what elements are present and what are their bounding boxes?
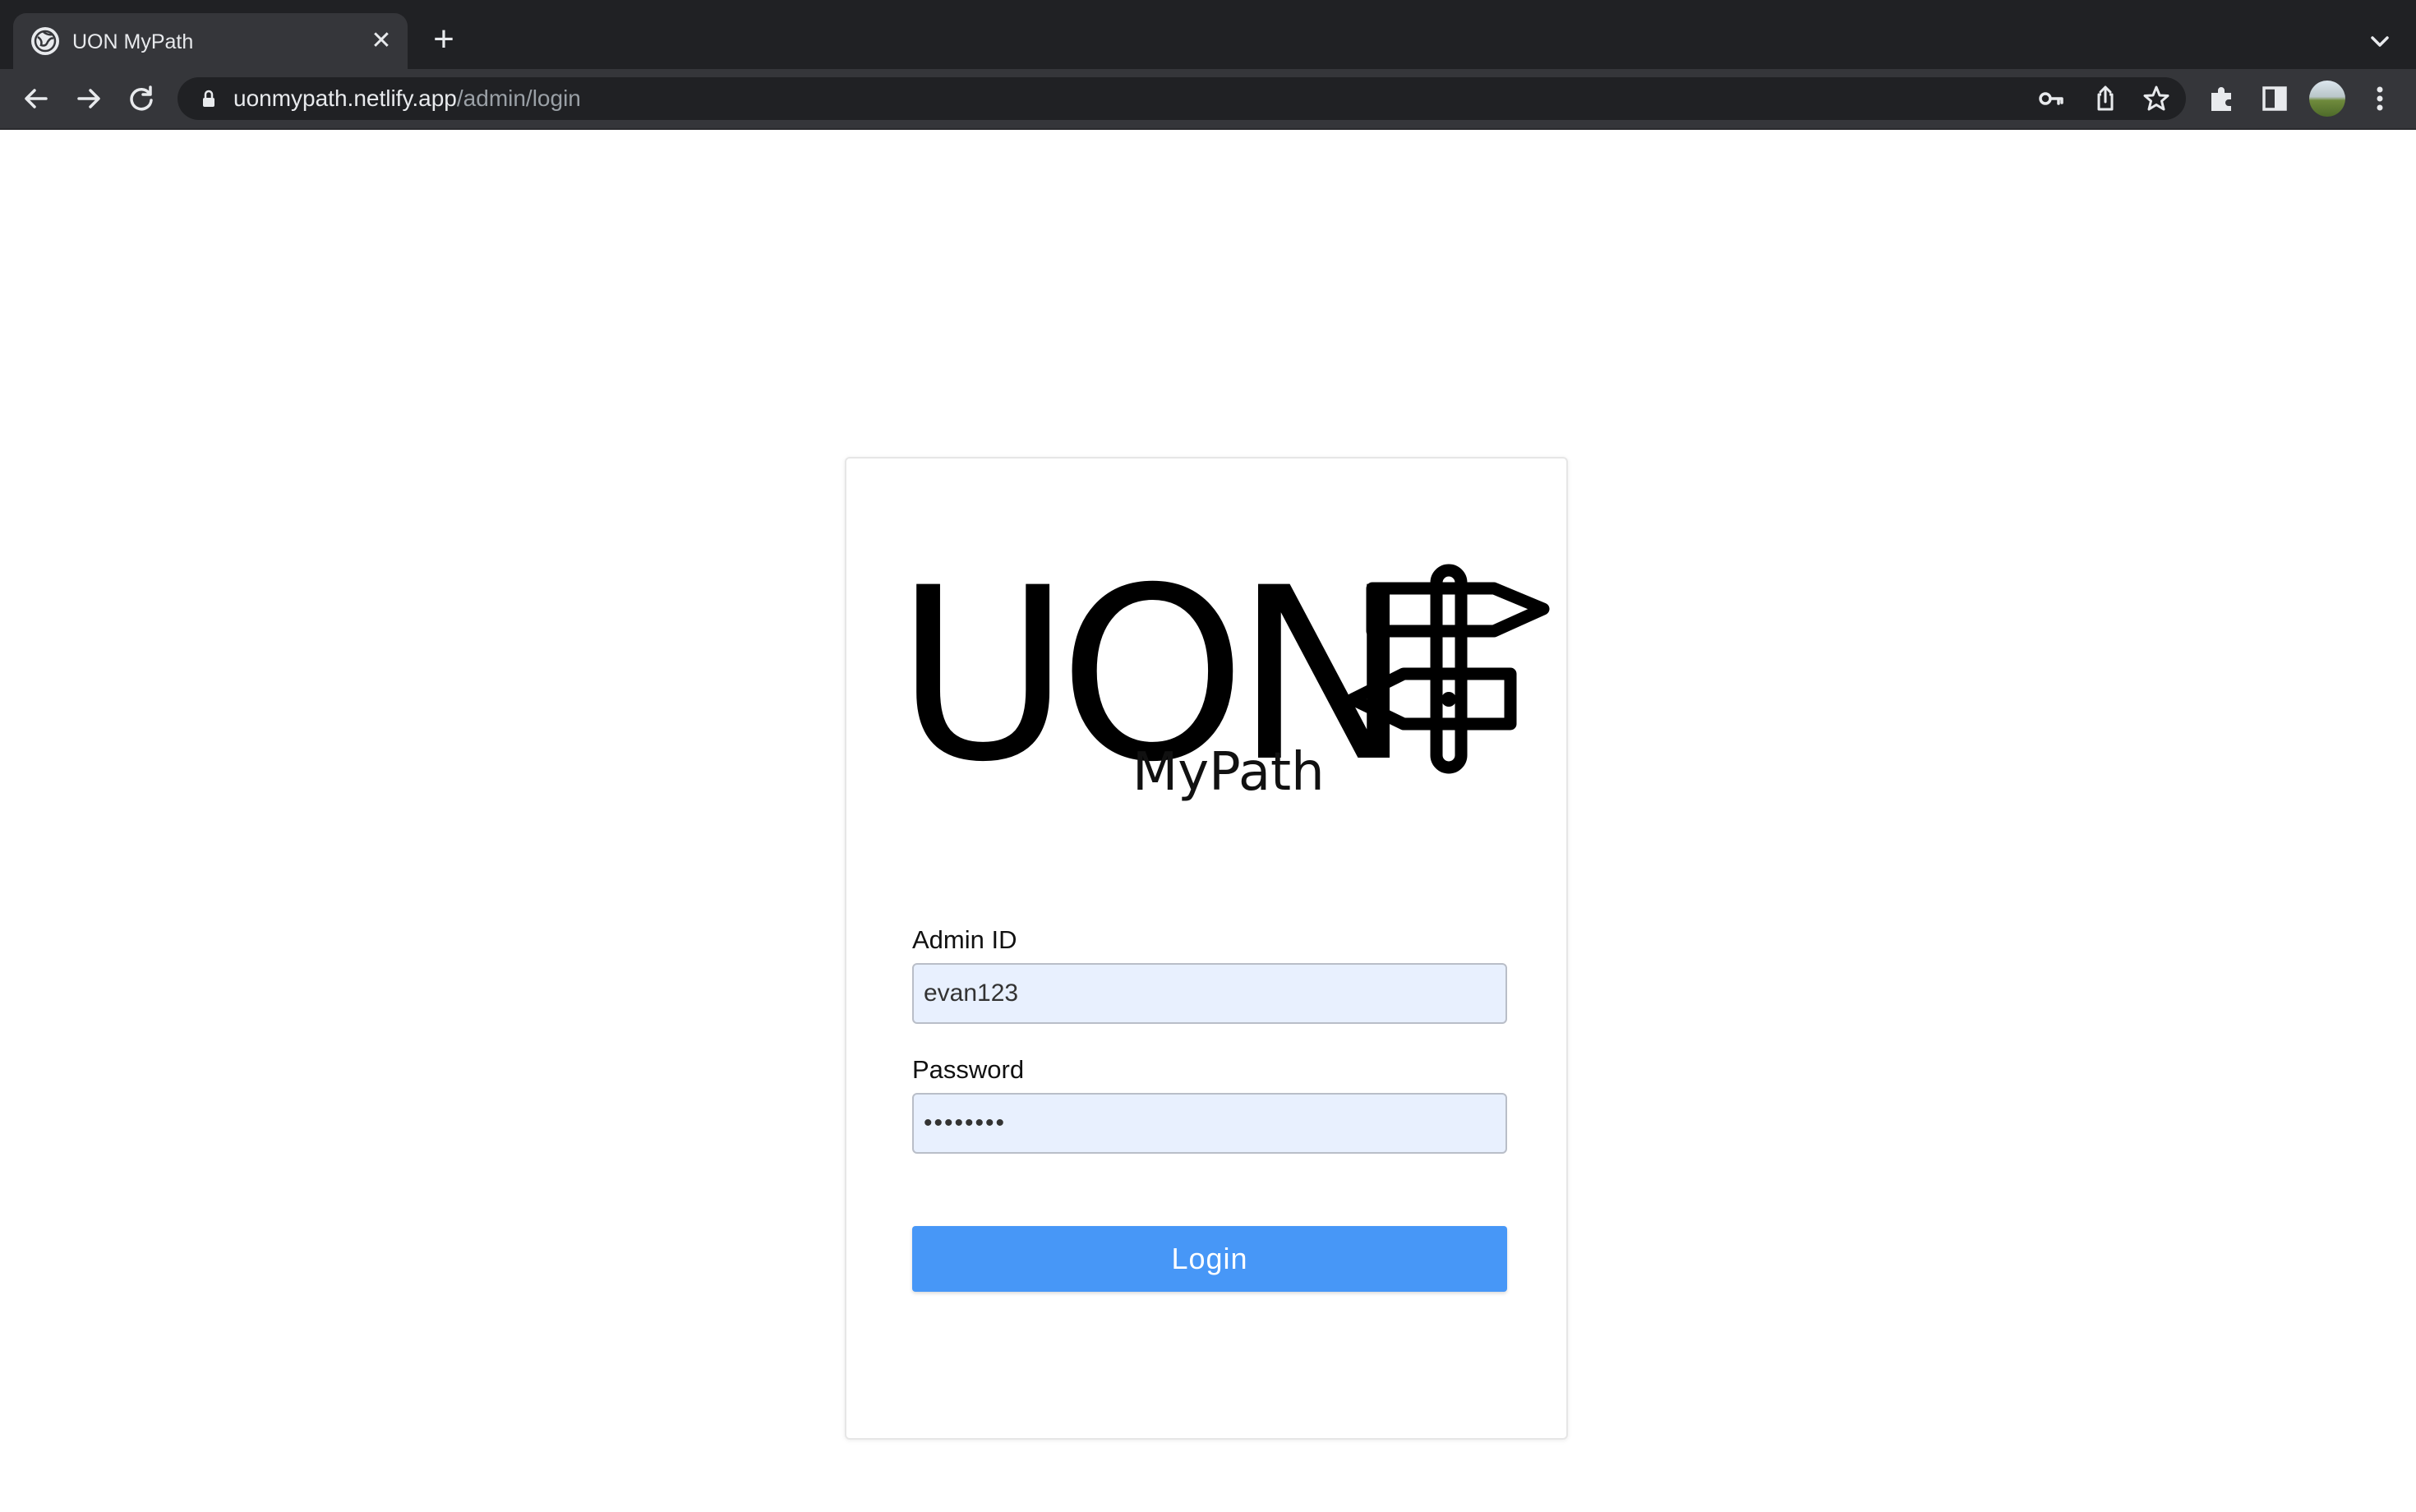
password-label: Password (912, 1055, 1025, 1084)
logo-subtitle: MyPath (1132, 742, 1325, 803)
key-icon[interactable] (2036, 84, 2066, 113)
address-bar[interactable]: uonmypath.netlify.app/admin/login (178, 77, 2186, 120)
extensions-puzzle-icon[interactable] (2204, 81, 2240, 117)
back-arrow-icon[interactable] (18, 81, 54, 117)
bookmark-star-icon[interactable] (2142, 84, 2171, 113)
password-input[interactable] (912, 1093, 1507, 1154)
browser-tab[interactable]: UON MyPath ✕ (13, 13, 408, 69)
login-card: UON MyPath Admin ID Password Login (845, 457, 1568, 1440)
browser-toolbar: uonmypath.netlify.app/admin/login (0, 69, 2416, 130)
url-host: uonmypath.netlify.app (233, 85, 457, 111)
globe-favicon-icon (31, 27, 59, 55)
admin-id-label: Admin ID (912, 925, 1017, 954)
url-text: uonmypath.netlify.app/admin/login (233, 77, 581, 120)
admin-id-input[interactable] (912, 963, 1507, 1024)
tab-title: UON MyPath (72, 30, 194, 53)
url-path: /admin/login (456, 85, 581, 111)
lock-icon[interactable] (199, 89, 219, 108)
profile-avatar[interactable] (2309, 81, 2345, 117)
side-panel-icon[interactable] (2257, 81, 2293, 117)
menu-kebab-icon[interactable] (2362, 81, 2398, 117)
signpost-icon (1346, 564, 1550, 774)
browser-tab-bar: UON MyPath ✕ + (0, 0, 2416, 69)
uon-mypath-logo: UON MyPath (896, 557, 1553, 820)
share-icon[interactable] (2091, 84, 2120, 113)
reload-icon[interactable] (123, 81, 159, 117)
forward-arrow-icon[interactable] (71, 81, 107, 117)
new-tab-icon[interactable]: + (427, 21, 460, 58)
tab-search-chevron-icon[interactable] (2363, 25, 2396, 58)
close-tab-icon[interactable]: ✕ (367, 26, 396, 56)
login-button[interactable]: Login (912, 1226, 1507, 1292)
